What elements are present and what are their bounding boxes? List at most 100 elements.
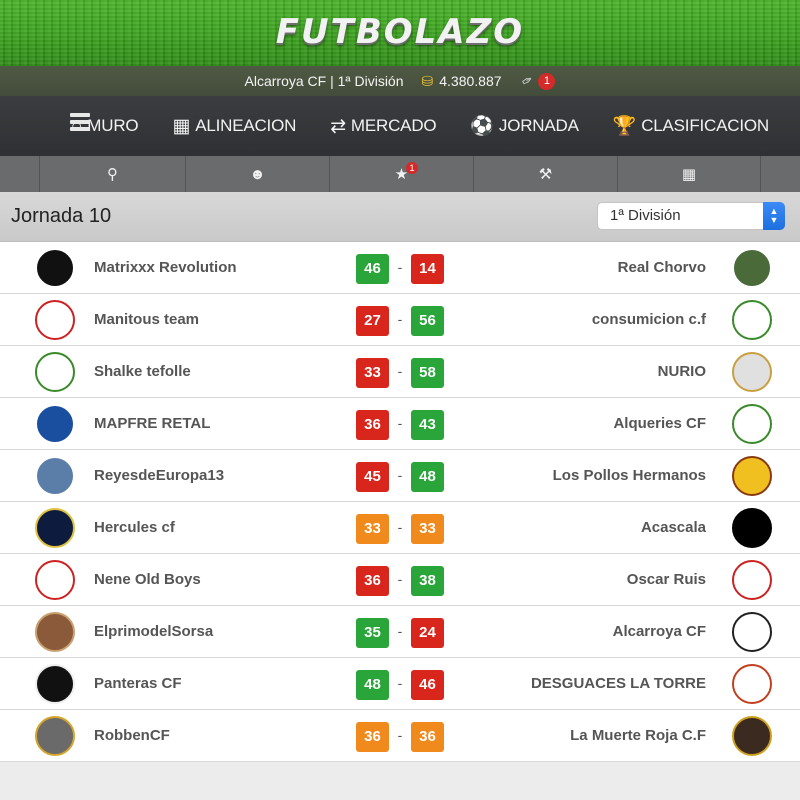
away-team-name[interactable]: Acascala xyxy=(641,519,706,536)
coins-icon: ⛁ xyxy=(421,72,434,89)
match-row[interactable]: Matrixxx Revolution 46 - 14 Real Chorvo xyxy=(0,242,800,294)
subnav-auction[interactable]: ⚒ xyxy=(473,156,617,192)
lineup-icon: ▦ xyxy=(172,115,191,137)
hamburger-menu-icon[interactable] xyxy=(70,113,90,131)
home-team-crest[interactable] xyxy=(35,508,75,548)
match-row[interactable]: Hercules cf 33 - 33 Acascala xyxy=(0,502,800,554)
away-team-crest[interactable] xyxy=(732,456,772,496)
match-row[interactable]: RobbenCF 36 - 36 La Muerte Roja C.F xyxy=(0,710,800,762)
home-team-name[interactable]: ElprimodelSorsa xyxy=(94,623,213,640)
home-team-name[interactable]: Nene Old Boys xyxy=(94,571,201,588)
nav-label: JORNADA xyxy=(498,116,579,135)
away-team-name[interactable]: Oscar Ruis xyxy=(627,571,706,588)
home-team-name[interactable]: Matrixxx Revolution xyxy=(94,259,237,276)
team-info-bar: Alcarroya CF | 1ª División ⛁ 4.380.887 ✑… xyxy=(0,66,800,96)
nav-alineacion[interactable]: ▦ ALINEACION xyxy=(172,114,296,138)
score-separator: - xyxy=(397,467,403,483)
feather-icon[interactable]: ✑ xyxy=(518,71,535,90)
division-select[interactable]: 1ª División ▲ ▼ xyxy=(597,202,785,230)
team-info: Alcarroya CF | 1ª División xyxy=(244,73,404,89)
away-score: 48 xyxy=(411,462,444,492)
home-team-crest[interactable] xyxy=(35,456,75,496)
app-logo[interactable]: FUTBOLAZO xyxy=(276,12,524,52)
home-team-crest[interactable] xyxy=(35,612,75,652)
match-row[interactable]: MAPFRE RETAL 36 - 43 Alqueries CF xyxy=(0,398,800,450)
trophy-icon: 🏆 xyxy=(612,116,637,137)
home-score: 36 xyxy=(356,722,389,752)
nav-mercado[interactable]: ⇄ MERCADO xyxy=(330,114,436,138)
away-team-crest[interactable] xyxy=(732,248,772,288)
home-team-crest[interactable] xyxy=(35,560,75,600)
away-team-name[interactable]: NURIO xyxy=(658,363,706,380)
nav-label: MURO xyxy=(87,116,139,135)
home-score: 48 xyxy=(356,670,389,700)
nav-clasificacion[interactable]: 🏆 CLASIFICACION xyxy=(613,114,769,138)
home-team-crest[interactable] xyxy=(35,352,75,392)
away-team-crest[interactable] xyxy=(732,404,772,444)
away-team-crest[interactable] xyxy=(732,508,772,548)
subnav-users[interactable]: ☻ xyxy=(185,156,329,192)
home-team-name[interactable]: Manitous team xyxy=(94,311,199,328)
nav-label: CLASIFICACION xyxy=(641,116,769,135)
home-team-name[interactable]: ReyesdeEuropa13 xyxy=(94,467,224,484)
home-team-crest[interactable] xyxy=(35,248,75,288)
away-team-name[interactable]: Alqueries CF xyxy=(613,415,706,432)
round-title: Jornada 10 xyxy=(11,205,112,227)
round-header: Jornada 10 1ª División ▲ ▼ xyxy=(0,192,800,242)
nav-jornada[interactable]: ⚽ JORNADA xyxy=(470,114,579,138)
away-team-crest[interactable] xyxy=(732,716,772,756)
header-banner: FUTBOLAZO xyxy=(0,0,800,66)
match-row[interactable]: Nene Old Boys 36 - 38 Oscar Ruis xyxy=(0,554,800,606)
away-score: 43 xyxy=(411,410,444,440)
home-score: 27 xyxy=(356,306,389,336)
match-row[interactable]: Manitous team 27 - 56 consumicion c.f xyxy=(0,294,800,346)
away-team-name[interactable]: La Muerte Roja C.F xyxy=(570,727,706,744)
home-team-crest[interactable] xyxy=(35,404,75,444)
subnav-search[interactable]: ⚲ xyxy=(39,156,185,192)
sub-navigation: ⚲ ☻ ★ 1 ⚒ ▦ xyxy=(0,156,800,192)
money-value: 4.380.887 xyxy=(439,73,502,89)
home-score: 33 xyxy=(356,358,389,388)
away-team-name[interactable]: consumicion c.f xyxy=(592,311,706,328)
home-score: 35 xyxy=(356,618,389,648)
subnav-calendar[interactable]: ▦ xyxy=(617,156,761,192)
home-team-name[interactable]: Panteras CF xyxy=(94,675,182,692)
calendar-icon: ▦ xyxy=(681,166,697,183)
away-team-crest[interactable] xyxy=(732,352,772,392)
score-separator: - xyxy=(397,727,403,743)
match-row[interactable]: Panteras CF 48 - 46 DESGUACES LA TORRE xyxy=(0,658,800,710)
subnav-favorites[interactable]: ★ 1 xyxy=(329,156,473,192)
home-team-crest[interactable] xyxy=(35,716,75,756)
search-icon: ⚲ xyxy=(107,166,118,183)
away-team-name[interactable]: Alcarroya CF xyxy=(613,623,706,640)
home-team-crest[interactable] xyxy=(35,664,75,704)
score-separator: - xyxy=(397,259,403,275)
home-team-name[interactable]: Hercules cf xyxy=(94,519,175,536)
away-score: 56 xyxy=(411,306,444,336)
home-team-name[interactable]: MAPFRE RETAL xyxy=(94,415,210,432)
away-team-name[interactable]: Los Pollos Hermanos xyxy=(553,467,706,484)
home-score: 45 xyxy=(356,462,389,492)
away-team-name[interactable]: Real Chorvo xyxy=(618,259,706,276)
nav-label: MERCADO xyxy=(350,116,437,135)
home-team-name[interactable]: Shalke tefolle xyxy=(94,363,191,380)
away-team-crest[interactable] xyxy=(732,612,772,652)
notification-badge[interactable]: 1 xyxy=(538,72,556,90)
away-score: 46 xyxy=(411,670,444,700)
match-list: Matrixxx Revolution 46 - 14 Real Chorvo … xyxy=(0,242,800,762)
home-score: 33 xyxy=(356,514,389,544)
away-team-crest[interactable] xyxy=(732,664,772,704)
away-team-name[interactable]: DESGUACES LA TORRE xyxy=(531,675,706,692)
away-score: 58 xyxy=(411,358,444,388)
away-team-crest[interactable] xyxy=(732,300,772,340)
match-row[interactable]: ReyesdeEuropa13 45 - 48 Los Pollos Herma… xyxy=(0,450,800,502)
match-row[interactable]: ElprimodelSorsa 35 - 24 Alcarroya CF xyxy=(0,606,800,658)
transfer-icon: ⇄ xyxy=(330,115,346,137)
score-separator: - xyxy=(397,571,403,587)
away-team-crest[interactable] xyxy=(732,560,772,600)
home-team-crest[interactable] xyxy=(35,300,75,340)
users-icon: ☻ xyxy=(249,165,266,183)
match-row[interactable]: Shalke tefolle 33 - 58 NURIO xyxy=(0,346,800,398)
home-team-name[interactable]: RobbenCF xyxy=(94,727,170,744)
nav-label: ALINEACION xyxy=(195,116,297,135)
